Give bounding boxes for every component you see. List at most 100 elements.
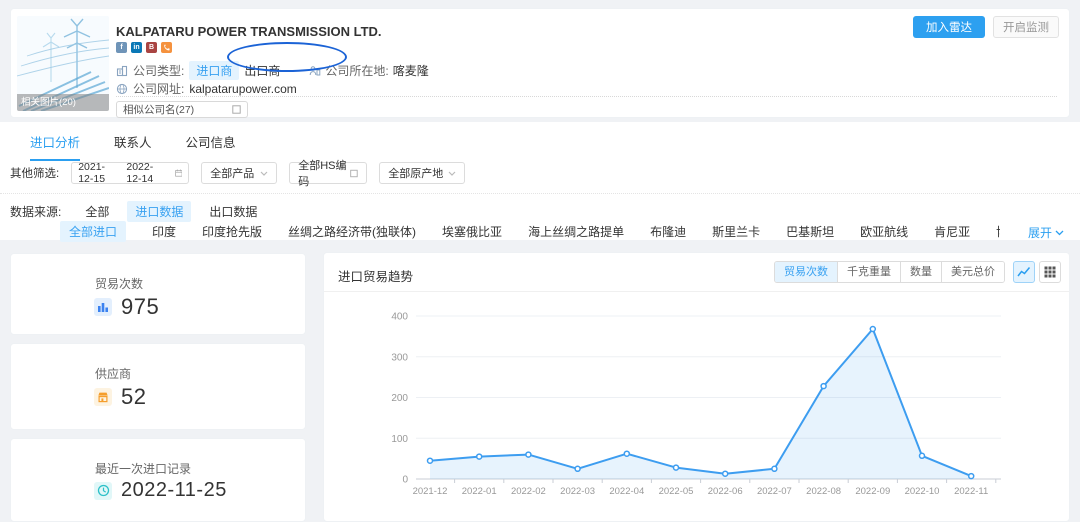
last-import-label: 最近一次进口记录	[95, 460, 191, 477]
chevron-down-icon	[260, 171, 268, 176]
metric-toggle-3[interactable]: 美元总价	[941, 262, 1004, 282]
metric-toggle-2[interactable]: 数量	[900, 262, 941, 282]
chart-title: 进口贸易趋势	[338, 266, 413, 285]
trend-area	[430, 329, 971, 479]
data-point-2022-08[interactable]	[821, 384, 826, 389]
x-tick-label: 2022-10	[905, 486, 940, 497]
region-tab-7[interactable]: 斯里兰卡	[712, 221, 760, 242]
tab-2[interactable]: 公司信息	[186, 132, 236, 161]
suppliers-label: 供应商	[95, 365, 131, 382]
data-point-2022-06[interactable]	[723, 471, 728, 476]
x-tick-label: 2022-05	[659, 486, 694, 497]
region-tab-0[interactable]: 全部进口	[60, 221, 126, 242]
expand-regions-link[interactable]: 展开	[1028, 224, 1064, 241]
source-option-0[interactable]: 全部	[77, 201, 117, 222]
similar-companies-select[interactable]: 相似公司名(27)	[116, 101, 248, 118]
last-import-card: 最近一次进口记录 2022-11-25	[10, 438, 306, 522]
shop-icon	[94, 388, 112, 406]
region-tab-5[interactable]: 海上丝绸之路提单	[528, 221, 624, 242]
calendar-icon	[175, 168, 183, 178]
x-tick-label: 2022-09	[855, 486, 890, 497]
expand-box-icon	[350, 169, 358, 178]
similar-companies-label: 相似公司名(27)	[123, 102, 194, 117]
tab-1[interactable]: 联系人	[114, 132, 152, 161]
product-select[interactable]: 全部产品	[201, 162, 277, 184]
data-point-2022-05[interactable]	[674, 465, 679, 470]
y-tick-label: 100	[391, 434, 408, 445]
company-image[interactable]: 相关图片(20)	[17, 16, 109, 111]
phone-icon[interactable]	[161, 42, 172, 53]
data-source-options: 全部进口数据出口数据	[77, 201, 265, 222]
bar-chart-icon	[94, 298, 112, 316]
filter-dotted-divider	[0, 193, 1080, 194]
location-label: 公司所在地:	[325, 62, 388, 79]
table-view-icon[interactable]	[1039, 261, 1061, 283]
related-images-caption[interactable]: 相关图片(20)	[17, 94, 109, 111]
data-point-2021-12[interactable]	[428, 458, 433, 463]
source-option-1[interactable]: 进口数据	[127, 201, 191, 222]
exporter-tag[interactable]: 出口商	[244, 62, 280, 79]
region-tab-4[interactable]: 埃塞俄比亚	[442, 221, 502, 242]
product-select-value: 全部产品	[210, 165, 254, 181]
trade-count-card: 贸易次数 975	[10, 253, 306, 335]
metric-toggle-1[interactable]: 千克重量	[837, 262, 900, 282]
x-tick-label: 2022-02	[511, 486, 546, 497]
y-tick-label: 300	[391, 352, 408, 363]
company-website-row: 公司网址: kalpatarupower.com	[116, 80, 297, 97]
hs-code-select[interactable]: 全部HS编码	[289, 162, 367, 184]
source-option-2[interactable]: 出口数据	[201, 201, 265, 222]
x-tick-label: 2022-03	[560, 486, 595, 497]
import-trend-card: 进口贸易趋势 贸易次数千克重量数量美元总价 01002003004002021-…	[323, 252, 1070, 522]
date-end: 2022-12-14	[126, 161, 167, 185]
region-tab-2[interactable]: 印度抢先版	[202, 221, 262, 242]
analysis-section: 进口分析联系人公司信息 其他筛选: 2021-12-15 2022-12-14 …	[0, 122, 1080, 240]
chevron-down-icon	[448, 171, 456, 176]
data-point-2022-09[interactable]	[870, 327, 875, 332]
hs-code-select-value: 全部HS编码	[298, 157, 350, 189]
trade-trend-chart: 01002003004002021-122022-012022-022022-0…	[324, 293, 1071, 513]
region-tab-8[interactable]: 巴基斯坦	[786, 221, 834, 242]
header-dotted-divider	[116, 96, 1057, 97]
suppliers-card: 供应商 52	[10, 343, 306, 430]
x-tick-label: 2022-08	[806, 486, 841, 497]
data-point-2022-07[interactable]	[772, 466, 777, 471]
company-type-row: 公司类型: 进口商 出口商 公司所在地: 喀麦隆	[116, 61, 429, 80]
start-monitor-button[interactable]: 开启监测	[993, 16, 1059, 38]
x-tick-label: 2022-01	[462, 486, 497, 497]
website-link[interactable]: kalpatarupower.com	[189, 82, 296, 96]
join-radar-button[interactable]: 加入雷达	[913, 16, 985, 38]
blog-icon[interactable]: B	[146, 42, 157, 53]
origin-select[interactable]: 全部原产地	[379, 162, 465, 184]
data-point-2022-01[interactable]	[477, 454, 482, 459]
line-chart-view-icon[interactable]	[1013, 261, 1035, 283]
origin-select-value: 全部原产地	[388, 165, 443, 181]
data-point-2022-11[interactable]	[969, 474, 974, 479]
region-tab-6[interactable]: 布隆迪	[650, 221, 686, 242]
trade-count-value: 975	[121, 294, 159, 320]
expand-box-icon	[232, 105, 241, 114]
linkedin-icon[interactable]: in	[131, 42, 142, 53]
region-tab-1[interactable]: 印度	[152, 221, 176, 242]
main-tabs: 进口分析 联系人 公司信息	[30, 132, 236, 161]
data-point-2022-04[interactable]	[624, 451, 629, 456]
view-switch-group	[1013, 261, 1061, 283]
tab-0[interactable]: 进口分析	[30, 132, 80, 161]
metric-toggle-0[interactable]: 贸易次数	[775, 262, 837, 282]
data-point-2022-10[interactable]	[920, 453, 925, 458]
importer-tag[interactable]: 进口商	[189, 61, 239, 80]
y-tick-label: 200	[391, 393, 408, 404]
last-import-value: 2022-11-25	[121, 479, 227, 502]
region-tab-9[interactable]: 欧亚航线	[860, 221, 908, 242]
region-tab-11[interactable]: 博茨瓦纳	[996, 221, 1000, 242]
x-tick-label: 2022-11	[954, 486, 988, 497]
facebook-icon[interactable]: f	[116, 42, 127, 53]
data-point-2022-03[interactable]	[575, 466, 580, 471]
suppliers-value: 52	[121, 384, 146, 410]
data-point-2022-02[interactable]	[526, 452, 531, 457]
date-range-picker[interactable]: 2021-12-15 2022-12-14	[71, 162, 189, 184]
x-tick-label: 2022-04	[609, 486, 644, 497]
location-icon	[309, 65, 321, 77]
region-tab-3[interactable]: 丝绸之路经济带(独联体)	[288, 221, 416, 242]
region-tab-10[interactable]: 肯尼亚	[934, 221, 970, 242]
other-filters-label: 其他筛选:	[10, 165, 59, 181]
